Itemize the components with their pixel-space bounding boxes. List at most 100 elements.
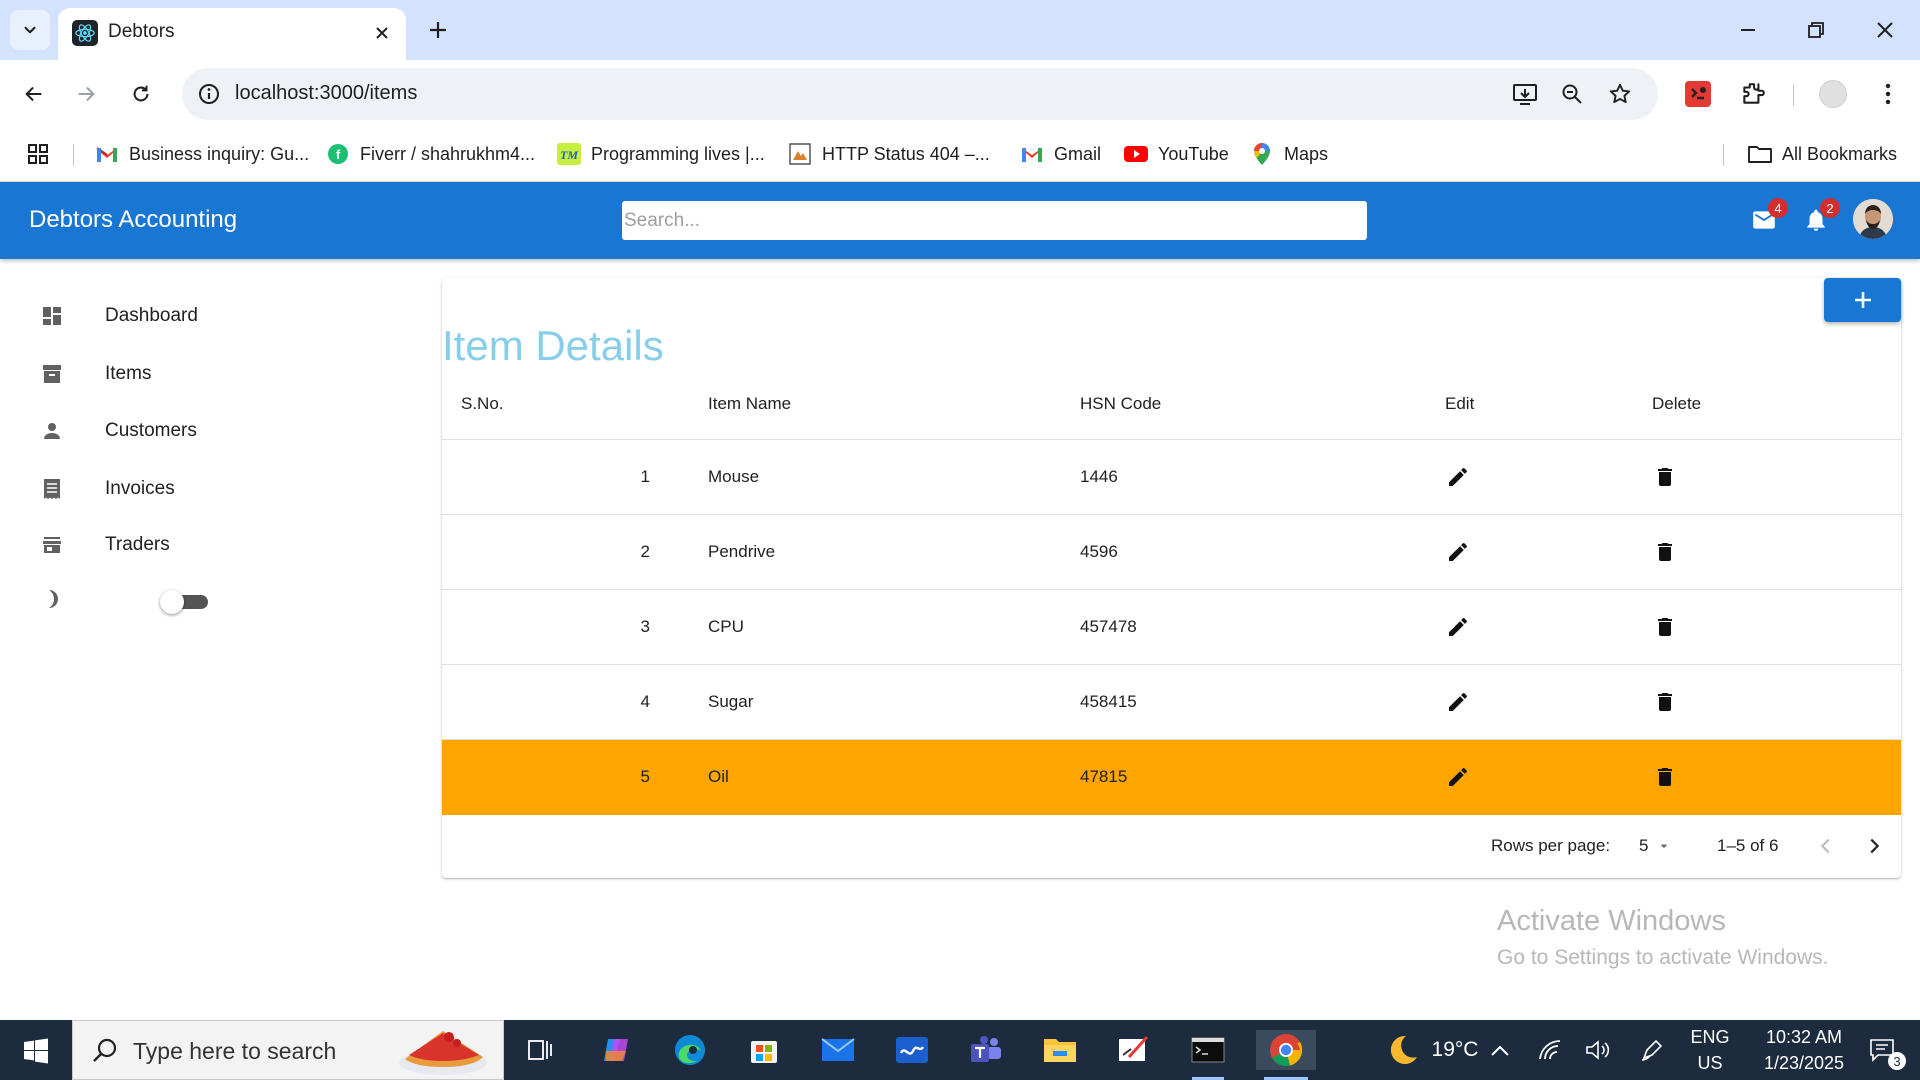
edit-button[interactable] [1445,689,1471,715]
edit-button[interactable] [1445,764,1471,790]
install-app-icon[interactable] [1511,80,1539,108]
rows-per-page-select[interactable]: 5 [1630,828,1678,864]
close-window-button[interactable] [1865,10,1905,50]
store-app[interactable] [742,1030,786,1070]
zoom-icon[interactable] [1558,80,1586,108]
toggle-thumb [160,590,184,614]
forward-button[interactable] [66,74,106,114]
terminal-app[interactable] [1186,1030,1230,1080]
delete-button[interactable] [1652,689,1678,715]
notification-center-button[interactable]: 3 [1858,1030,1908,1070]
sidebar-item-label: Traders [105,534,170,555]
tm-icon: TM [557,142,581,166]
volume-button[interactable] [1578,1030,1618,1070]
delete-button[interactable] [1652,614,1678,640]
sidebar-item-traders[interactable]: Traders [0,520,420,570]
task-view-icon [528,1040,552,1060]
previous-page-button[interactable] [1810,830,1842,862]
sidebar-item-label: Invoices [105,478,175,499]
app-header: Debtors Accounting 4 2 [0,182,1920,259]
bookmark-fiverr[interactable]: f Fiverr / shahrukhm4... [326,138,535,170]
activate-windows-subtitle: Go to Settings to activate Windows. [1497,946,1829,969]
apps-button[interactable] [26,138,60,170]
table-row[interactable]: 5 Oil 47815 [442,740,1901,815]
network-button[interactable] [1530,1030,1570,1070]
delete-button[interactable] [1652,764,1678,790]
minimize-icon [1741,29,1755,31]
minimize-button[interactable] [1728,10,1768,50]
restore-button[interactable] [1796,10,1836,50]
plus-icon [430,22,446,38]
pagination-range: 1–5 of 6 [1717,836,1779,855]
all-bookmarks-button[interactable]: All Bookmarks [1748,138,1897,170]
extension-icon[interactable] [1680,76,1716,112]
person-icon [40,419,64,443]
cell-sno: 4 [640,692,650,711]
task-view-button[interactable] [517,1030,561,1070]
language-indicator[interactable]: ENG US [1680,1024,1740,1076]
sidebar-item-dashboard[interactable]: Dashboard [0,291,420,341]
site-info-icon[interactable] [196,81,222,107]
notifications-button[interactable]: 2 [1798,198,1840,238]
bookmark-label: Programming lives |... [591,143,765,164]
folder-icon [1748,142,1772,166]
bookmark-maps[interactable]: Maps [1250,138,1328,170]
bookmark-business-inquiry[interactable]: Business inquiry: Gu... [95,138,309,170]
delete-button[interactable] [1652,464,1678,490]
snipping-tool-app[interactable] [1112,1030,1156,1070]
url-text[interactable]: localhost:3000/items [235,82,417,105]
toolbar-divider [1793,84,1794,106]
new-tab-button[interactable] [422,14,454,46]
bookmark-gmail[interactable]: Gmail [1020,138,1101,170]
extensions-puzzle-icon[interactable] [1735,76,1771,112]
dashboard-icon [40,304,64,328]
next-page-button[interactable] [1858,830,1890,862]
mail-app[interactable] [816,1030,860,1070]
taskbar-search-box[interactable]: Type here to search [72,1020,504,1080]
back-button[interactable] [14,74,54,114]
edge-app[interactable] [668,1030,712,1070]
cell-item-name: Sugar [708,692,754,711]
file-explorer-app[interactable] [1038,1030,1082,1070]
tab-close-icon[interactable] [370,21,394,45]
bookmark-youtube[interactable]: YouTube [1124,138,1229,170]
chrome-app[interactable] [1256,1030,1316,1080]
copilot-app[interactable] [595,1030,639,1070]
store-icon [40,533,64,557]
bookmark-star-icon[interactable] [1606,80,1634,108]
address-bar[interactable]: localhost:3000/items [182,68,1658,120]
start-button[interactable] [12,1033,60,1069]
reload-button[interactable] [121,74,161,114]
bookmark-http-404[interactable]: HTTP Status 404 –... [788,138,990,170]
edge-icon [675,1035,705,1065]
tab-search-button[interactable] [10,10,50,50]
bookmark-programming-lives[interactable]: TM Programming lives |... [557,138,765,170]
delete-button[interactable] [1652,539,1678,565]
profile-icon[interactable] [1815,76,1851,112]
show-hidden-icons-button[interactable] [1480,1030,1520,1070]
add-item-button[interactable] [1824,278,1901,322]
edit-button[interactable] [1445,614,1471,640]
moon-icon [1390,1035,1417,1064]
table-row[interactable]: 2 Pendrive 4596 [442,515,1901,590]
column-header-delete: Delete [1652,394,1702,413]
dark-mode-toggle[interactable] [160,587,210,615]
teams-app[interactable] [964,1030,1008,1070]
sidebar-item-customers[interactable]: Customers [0,406,420,456]
clock[interactable]: 10:32 AM 1/23/2025 [1742,1024,1866,1076]
pen-button[interactable] [1632,1030,1672,1070]
avatar[interactable] [1853,199,1893,239]
table-row[interactable]: 3 CPU 457478 [442,590,1901,665]
edit-button[interactable] [1445,464,1471,490]
more-menu-icon[interactable] [1870,76,1906,112]
table-row[interactable]: 1 Mouse 1446 [442,440,1901,515]
table-row[interactable]: 4 Sugar 458415 [442,665,1901,740]
sidebar-item-invoices[interactable]: Invoices [0,464,420,514]
sidebar-item-items[interactable]: Items [0,349,420,399]
edit-button[interactable] [1445,539,1471,565]
mail-button[interactable]: 4 [1746,198,1788,238]
whiteboard-app[interactable] [890,1030,934,1070]
tab-debtors[interactable]: Debtors [58,8,406,60]
cell-item-name: CPU [708,617,744,636]
search-input[interactable] [622,201,1367,240]
